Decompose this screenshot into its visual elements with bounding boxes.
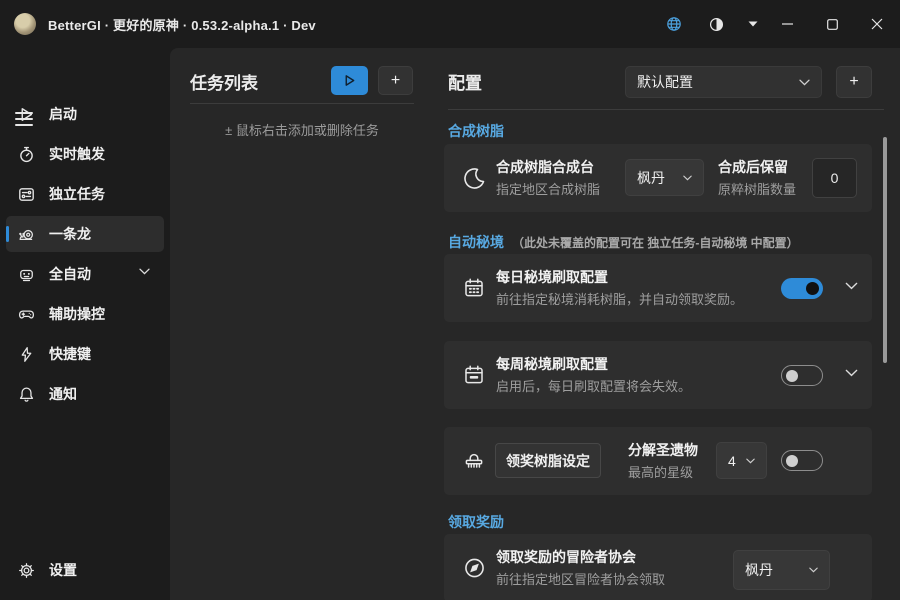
maximize-icon	[827, 19, 838, 30]
card-adventurer-guild: 领取奖励的冒险者协会 前往指定地区冒险者协会领取 枫丹	[444, 534, 872, 600]
resin-keep-count-input[interactable]: 0	[812, 158, 857, 198]
resin-region-select[interactable]: 枫丹	[625, 159, 704, 196]
sidebar-item-one-dragon[interactable]: 一条龙	[6, 216, 164, 252]
theme-contrast-icon	[709, 17, 724, 32]
chevron-down-icon[interactable]	[845, 282, 858, 290]
chevron-down-icon	[683, 175, 692, 181]
sidebar-item-settings[interactable]: 设置	[6, 552, 164, 588]
add-profile-button[interactable]: +	[836, 66, 872, 98]
task-list-title: 任务列表	[190, 69, 258, 94]
close-button[interactable]	[857, 0, 897, 48]
sidebar-item-independent-tasks[interactable]: 独立任务	[6, 176, 164, 212]
stopwatch-icon	[18, 146, 35, 163]
sidebar-item-label: 启动	[49, 104, 77, 124]
salvage-toggle[interactable]	[781, 450, 823, 471]
sidebar-item-label: 通知	[49, 384, 77, 404]
sidebar-item-label: 实时触发	[49, 144, 105, 164]
card-title: 合成树脂合成台	[496, 157, 594, 177]
section-claim-rewards: 领取奖励	[448, 512, 504, 532]
close-icon	[871, 18, 883, 30]
sidebar-item-label: 一条龙	[49, 224, 91, 244]
sidebar-item-assist-control[interactable]: 辅助操控	[6, 296, 164, 332]
run-tasks-button[interactable]	[331, 66, 368, 95]
reward-resin-settings-button[interactable]: 领奖树脂设定	[495, 443, 601, 478]
sidebar-item-label: 辅助操控	[49, 304, 105, 324]
sidebar-item-notifications[interactable]: 通知	[6, 376, 164, 412]
task-list-divider	[190, 103, 414, 104]
compass-icon	[463, 557, 486, 580]
config-divider	[448, 109, 884, 110]
guild-region-select[interactable]: 枫丹	[733, 550, 830, 590]
calendar-day-icon	[463, 277, 485, 299]
sidebar-item-full-auto[interactable]: 全自动	[6, 256, 164, 292]
title-bar: BetterGI · 更好的原神 · 0.53.2-alpha.1 · Dev	[0, 0, 900, 48]
robot-icon	[18, 266, 35, 283]
play-icon	[343, 74, 356, 87]
config-profile-select[interactable]: 默认配置	[625, 66, 822, 98]
sidebar-item-label: 设置	[49, 560, 77, 580]
chevron-down-icon[interactable]	[139, 268, 150, 275]
sidebar-item-label: 快捷键	[49, 344, 91, 364]
card-subtitle: 前往指定秘境消耗树脂，并自动领取奖励。	[496, 289, 743, 308]
comb-icon	[463, 450, 485, 472]
card-resin-crafting: 合成树脂合成台 指定地区合成树脂 枫丹 合成后保留 原粹树脂数量 0	[444, 144, 872, 212]
app-logo	[14, 13, 36, 35]
section-note: （此处未覆盖的配置可在 独立任务-自动秘境 中配置）	[512, 236, 799, 250]
caret-down-icon	[748, 21, 758, 27]
config-profile-value: 默认配置	[637, 72, 693, 92]
snail-icon	[18, 226, 35, 243]
max-star-label: 最高的星级	[628, 462, 693, 481]
chevron-down-icon[interactable]	[845, 369, 858, 377]
moon-icon	[463, 166, 487, 190]
chevron-down-icon	[809, 567, 818, 573]
original-resin-count-label: 原粹树脂数量	[718, 179, 796, 198]
card-title: 领取奖励的冒险者协会	[496, 547, 636, 567]
sidebar-item-hotkeys[interactable]: 快捷键	[6, 336, 164, 372]
maximize-button[interactable]	[812, 0, 852, 48]
sidebar-item-label: 全自动	[49, 264, 91, 284]
sidebar-item-start[interactable]: 启动	[6, 96, 164, 132]
card-title: 每日秘境刷取配置	[496, 267, 608, 287]
bell-icon	[18, 386, 35, 403]
keep-after-craft-label: 合成后保留	[718, 157, 788, 177]
plus-icon: +	[391, 72, 400, 90]
language-globe-button[interactable]	[654, 0, 694, 48]
card-title: 每周秘境刷取配置	[496, 354, 608, 374]
salvage-artifacts-label: 分解圣遗物	[628, 440, 698, 460]
card-reward-resin: 领奖树脂设定 分解圣遗物 最高的星级 4	[444, 427, 872, 495]
chevron-down-icon	[799, 79, 810, 86]
sidebar-item-realtime-trigger[interactable]: 实时触发	[6, 136, 164, 172]
weekly-domain-toggle[interactable]	[781, 365, 823, 386]
minimize-icon	[782, 23, 793, 25]
minimize-button[interactable]	[767, 0, 807, 48]
play-icon	[18, 106, 35, 123]
card-subtitle: 启用后，每日刷取配置将会失效。	[496, 376, 691, 395]
globe-icon	[666, 16, 682, 32]
section-synthesize-resin: 合成树脂	[448, 121, 504, 141]
theme-toggle-button[interactable]	[696, 0, 736, 48]
task-list-hint: ± 鼠标右击添加或删除任务	[190, 120, 414, 139]
gear-icon	[18, 562, 35, 579]
card-weekly-domain: 每周秘境刷取配置 启用后，每日刷取配置将会失效。	[444, 341, 872, 409]
star-level-select[interactable]: 4	[716, 442, 767, 479]
card-daily-domain: 每日秘境刷取配置 前往指定秘境消耗树脂，并自动领取奖励。	[444, 254, 872, 322]
task-card-icon	[18, 186, 35, 203]
gamepad-icon	[18, 306, 35, 323]
add-task-button[interactable]: +	[378, 66, 413, 95]
daily-domain-toggle[interactable]	[781, 278, 823, 299]
lightning-icon	[18, 346, 35, 363]
chevron-down-icon	[746, 458, 755, 464]
window-title: BetterGI · 更好的原神 · 0.53.2-alpha.1 · Dev	[48, 15, 316, 34]
card-subtitle: 前往指定地区冒险者协会领取	[496, 569, 665, 588]
sidebar-item-label: 独立任务	[49, 184, 105, 204]
config-title: 配置	[448, 69, 482, 94]
calendar-week-icon	[463, 364, 485, 386]
scrollbar-thumb[interactable]	[883, 137, 887, 363]
card-subtitle: 指定地区合成树脂	[496, 179, 600, 198]
plus-icon: +	[849, 73, 858, 91]
section-auto-domain: 自动秘境（此处未覆盖的配置可在 独立任务-自动秘境 中配置）	[448, 232, 799, 252]
navigation-sidebar: 启动 实时触发 独立任务 一条龙 全自动 辅助操控	[0, 48, 170, 600]
